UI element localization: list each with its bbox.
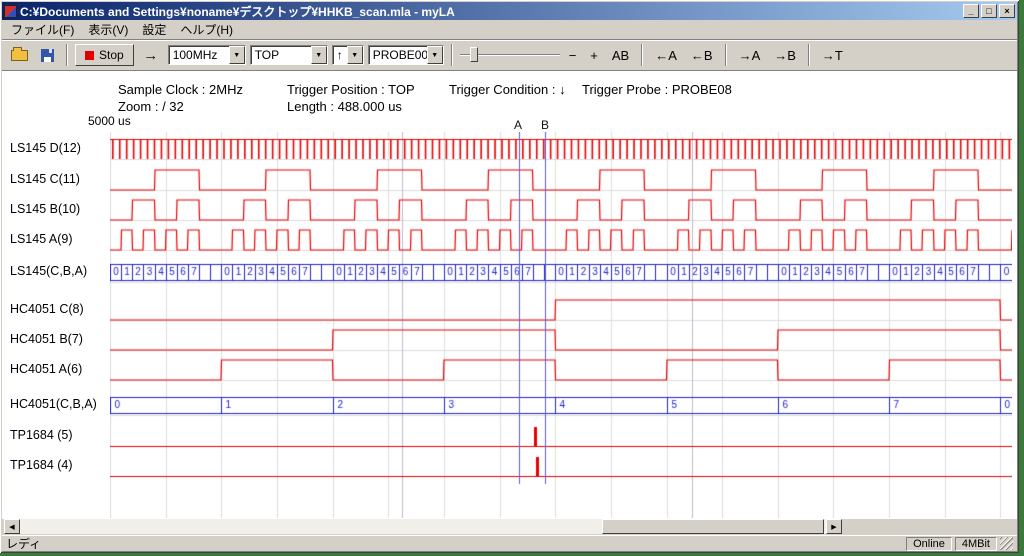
toolbar-separator <box>66 44 68 66</box>
slider-thumb[interactable] <box>470 47 478 62</box>
time-origin-label: 5000 us <box>88 114 131 128</box>
channel-label[interactable]: HC4051 C(8) <box>10 302 84 316</box>
channel-label[interactable]: HC4051 B(7) <box>10 332 83 346</box>
toolbar-separator <box>451 44 453 66</box>
stop-icon <box>85 51 94 60</box>
toolbar-separator <box>808 44 810 66</box>
zoom-info: Zoom : / 32 <box>118 99 184 114</box>
channel-label[interactable]: TP1684 (4) <box>10 458 73 472</box>
toolbar-separator <box>725 44 727 66</box>
scrollbar-thumb[interactable] <box>602 519 824 534</box>
scrollbar-track[interactable] <box>20 519 826 534</box>
zoom-slider[interactable] <box>460 45 560 65</box>
zoom-in-button[interactable]: + <box>585 46 603 65</box>
trigger-probe-info: Trigger Probe : PROBE08 <box>582 82 732 97</box>
chevron-down-icon[interactable]: ▼ <box>311 46 327 64</box>
stop-button[interactable]: Stop <box>75 44 134 66</box>
titlebar[interactable]: C:¥Documents and Settings¥noname¥デスクトップ¥… <box>2 2 1017 20</box>
trigger-edge-combo[interactable]: ↑ ▼ <box>332 45 364 65</box>
resize-grip-icon[interactable] <box>1000 537 1013 550</box>
zoom-out-button[interactable]: − <box>564 46 582 65</box>
move-a-right-button[interactable]: →A <box>734 46 766 65</box>
menu-settings[interactable]: 設定 <box>135 19 173 40</box>
trigger-edge-value: ↑ <box>333 46 347 64</box>
trigger-position-value: TOP <box>251 46 311 64</box>
channel-label[interactable]: TP1684 (5) <box>10 428 73 442</box>
move-a-left-button[interactable]: ←A <box>650 46 682 65</box>
folder-open-icon <box>11 50 28 61</box>
sample-clock-info: Sample Clock : 2MHz <box>118 82 243 97</box>
marker-b-label[interactable]: B <box>541 118 549 132</box>
channel-label[interactable]: LS145 B(10) <box>10 202 80 216</box>
chevron-down-icon[interactable]: ▼ <box>347 46 363 64</box>
menu-file[interactable]: ファイル(F) <box>4 19 81 40</box>
sample-clock-value: 100MHz <box>169 46 229 64</box>
app-icon <box>4 5 17 18</box>
status-ready-text: レディ <box>6 535 903 552</box>
maximize-button[interactable]: □ <box>981 4 997 18</box>
channel-label[interactable]: LS145 D(12) <box>10 141 81 155</box>
horizontal-scrollbar[interactable]: ◀ ▶ <box>4 519 842 534</box>
open-file-button[interactable] <box>7 44 31 66</box>
minimize-button[interactable]: _ <box>963 4 979 18</box>
menu-help[interactable]: ヘルプ(H) <box>173 19 240 40</box>
waveform-client-area: Sample Clock : 2MHz Trigger Position : T… <box>2 71 1017 519</box>
scroll-left-icon[interactable]: ◀ <box>4 519 20 534</box>
trigger-probe-value: PROBE00 <box>369 46 427 64</box>
status-online-badge: Online <box>906 537 952 551</box>
menu-view[interactable]: 表示(V) <box>81 19 135 40</box>
app-window: C:¥Documents and Settings¥noname¥デスクトップ¥… <box>0 0 1019 553</box>
scrollbar-row: ◀ ▶ <box>2 519 1017 535</box>
marker-a-label[interactable]: A <box>514 118 522 132</box>
sample-clock-combo[interactable]: 100MHz ▼ <box>168 45 246 65</box>
trigger-position-combo[interactable]: TOP ▼ <box>250 45 328 65</box>
menubar: ファイル(F) 表示(V) 設定 ヘルプ(H) <box>2 20 1017 40</box>
stop-button-label: Stop <box>99 48 124 62</box>
save-file-button[interactable] <box>35 44 59 66</box>
goto-trigger-button[interactable]: →T <box>817 46 848 65</box>
marker-ab-button[interactable]: AB <box>607 46 634 65</box>
channel-label[interactable]: HC4051 A(6) <box>10 362 82 376</box>
trigger-condition-info: Trigger Condition : ↓ <box>449 82 566 97</box>
window-controls: _ □ × <box>963 4 1015 18</box>
chevron-down-icon[interactable]: ▼ <box>427 46 443 64</box>
channel-label[interactable]: LS145(C,B,A) <box>10 264 87 278</box>
toolbar: Stop → 100MHz ▼ TOP ▼ ↑ ▼ PROBE00 ▼ − + … <box>2 40 1017 71</box>
trigger-position-info: Trigger Position : TOP <box>287 82 415 97</box>
waveform-plot[interactable] <box>110 132 1012 518</box>
channel-label[interactable]: HC4051(C,B,A) <box>10 397 97 411</box>
move-b-left-button[interactable]: ←B <box>686 46 718 65</box>
save-icon <box>41 49 54 62</box>
trigger-probe-combo[interactable]: PROBE00 ▼ <box>368 45 444 65</box>
run-button[interactable]: → <box>138 44 164 66</box>
toolbar-separator <box>641 44 643 66</box>
length-info: Length : 488.000 us <box>287 99 402 114</box>
status-memory-badge: 4MBit <box>955 537 997 551</box>
window-title: C:¥Documents and Settings¥noname¥デスクトップ¥… <box>20 3 963 20</box>
move-b-right-button[interactable]: →B <box>769 46 801 65</box>
channel-label[interactable]: LS145 C(11) <box>10 172 80 186</box>
chevron-down-icon[interactable]: ▼ <box>229 46 245 64</box>
close-button[interactable]: × <box>999 4 1015 18</box>
scroll-right-icon[interactable]: ▶ <box>826 519 842 534</box>
statusbar: レディ Online 4MBit <box>2 535 1017 551</box>
channel-label[interactable]: LS145 A(9) <box>10 232 73 246</box>
